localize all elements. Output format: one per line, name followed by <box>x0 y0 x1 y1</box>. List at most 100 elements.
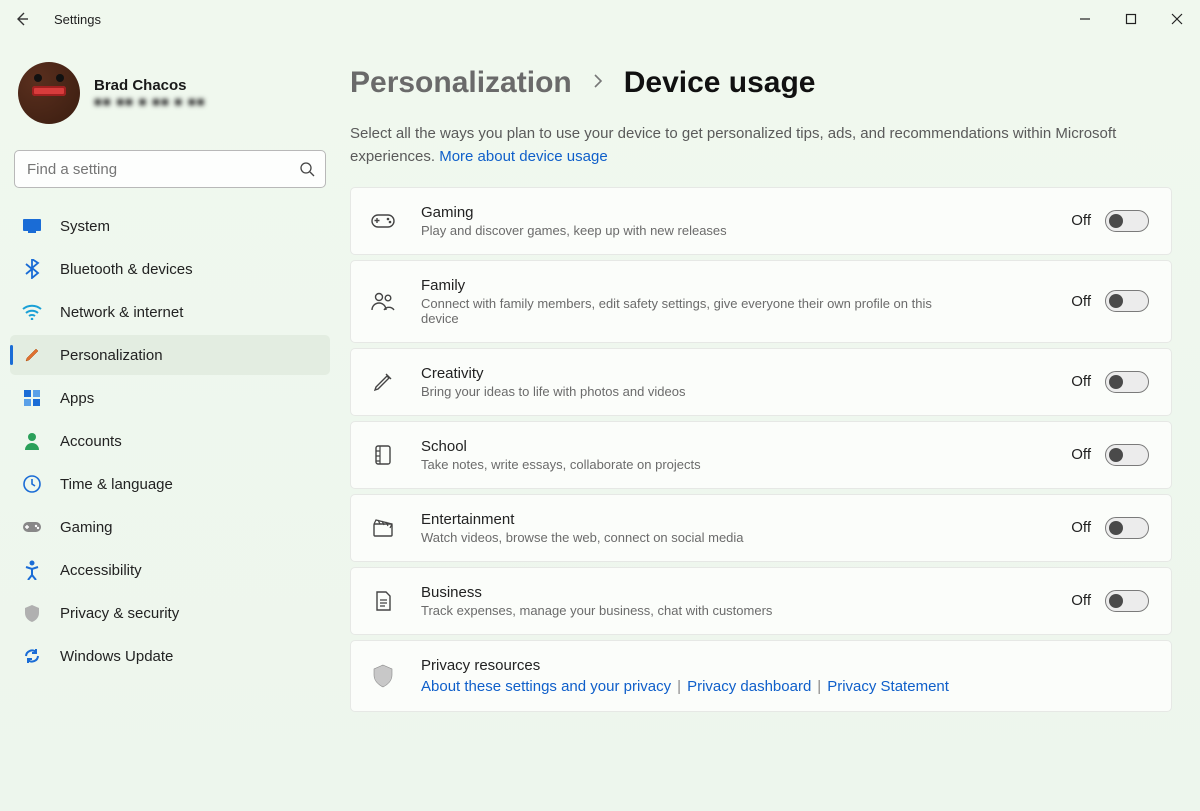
search-icon <box>299 161 315 177</box>
clapperboard-icon <box>371 516 395 540</box>
titlebar: Settings <box>0 0 1200 38</box>
nav-item-system[interactable]: System <box>10 206 330 246</box>
toggle-switch <box>1105 290 1149 312</box>
arrow-left-icon <box>14 11 30 27</box>
toggle-switch <box>1105 371 1149 393</box>
card-title: Family <box>421 277 1045 294</box>
card-desc: Watch videos, browse the web, connect on… <box>421 530 941 545</box>
window-title: Settings <box>54 12 101 27</box>
update-icon <box>22 646 42 666</box>
profile-text: Brad Chacos ■■ ■■ ■ ■■ ■ ■■ <box>94 77 206 109</box>
bluetooth-icon <box>22 259 42 279</box>
monitor-icon <box>22 216 42 236</box>
breadcrumb-current: Device usage <box>624 66 816 100</box>
gamepad-icon <box>22 517 42 537</box>
nav-label: Personalization <box>60 347 163 364</box>
paintbrush-icon <box>22 345 42 365</box>
minimize-icon <box>1079 13 1091 25</box>
search-container <box>10 138 330 206</box>
card-desc: Bring your ideas to life with photos and… <box>421 384 941 399</box>
toggle-school[interactable]: Off <box>1071 444 1149 466</box>
card-title: Business <box>421 584 1045 601</box>
people-icon <box>371 289 395 313</box>
user-name: Brad Chacos <box>94 77 206 94</box>
page-description: Select all the ways you plan to use your… <box>350 122 1140 169</box>
nav-item-bluetooth[interactable]: Bluetooth & devices <box>10 249 330 289</box>
separator: | <box>811 678 827 695</box>
separator: | <box>671 678 687 695</box>
nav-label: System <box>60 218 110 235</box>
card-body: Business Track expenses, manage your bus… <box>421 584 1045 618</box>
toggle-switch <box>1105 444 1149 466</box>
card-title: Gaming <box>421 204 1045 221</box>
nav-label: Network & internet <box>60 304 183 321</box>
card-gaming: Gaming Play and discover games, keep up … <box>350 187 1172 255</box>
card-body: School Take notes, write essays, collabo… <box>421 438 1045 472</box>
learn-more-link[interactable]: More about device usage <box>439 148 607 165</box>
card-body: Privacy resources About these settings a… <box>421 657 1149 695</box>
back-button[interactable] <box>8 5 36 33</box>
nav-label: Accessibility <box>60 562 142 579</box>
privacy-link-statement[interactable]: Privacy Statement <box>827 678 949 695</box>
notebook-icon <box>371 443 395 467</box>
privacy-link-about[interactable]: About these settings and your privacy <box>421 678 671 695</box>
nav-item-network[interactable]: Network & internet <box>10 292 330 332</box>
shield-icon <box>22 603 42 623</box>
privacy-link-dashboard[interactable]: Privacy dashboard <box>687 678 811 695</box>
nav-label: Windows Update <box>60 648 173 665</box>
card-privacy-resources: Privacy resources About these settings a… <box>350 640 1172 712</box>
toggle-state: Off <box>1071 446 1091 463</box>
nav-item-update[interactable]: Windows Update <box>10 636 330 676</box>
shield-gradient-icon <box>371 664 395 688</box>
toggle-state: Off <box>1071 293 1091 310</box>
nav-item-accessibility[interactable]: Accessibility <box>10 550 330 590</box>
card-title: School <box>421 438 1045 455</box>
nav-item-time[interactable]: Time & language <box>10 464 330 504</box>
close-icon <box>1171 13 1183 25</box>
breadcrumb: Personalization Device usage <box>350 66 1172 100</box>
card-desc: Play and discover games, keep up with ne… <box>421 223 941 238</box>
card-title: Entertainment <box>421 511 1045 528</box>
nav-item-apps[interactable]: Apps <box>10 378 330 418</box>
toggle-switch <box>1105 517 1149 539</box>
search-input[interactable] <box>27 161 299 178</box>
globe-clock-icon <box>22 474 42 494</box>
maximize-button[interactable] <box>1108 0 1154 38</box>
nav-label: Bluetooth & devices <box>60 261 193 278</box>
card-title: Creativity <box>421 365 1045 382</box>
toggle-family[interactable]: Off <box>1071 290 1149 312</box>
toggle-gaming[interactable]: Off <box>1071 210 1149 232</box>
card-creativity: Creativity Bring your ideas to life with… <box>350 348 1172 416</box>
toggle-entertainment[interactable]: Off <box>1071 517 1149 539</box>
card-business: Business Track expenses, manage your bus… <box>350 567 1172 635</box>
toggle-switch <box>1105 590 1149 612</box>
maximize-icon <box>1125 13 1137 25</box>
toggle-business[interactable]: Off <box>1071 590 1149 612</box>
search-field[interactable] <box>14 150 326 188</box>
profile-block[interactable]: Brad Chacos ■■ ■■ ■ ■■ ■ ■■ <box>10 58 330 138</box>
main-content: Personalization Device usage Select all … <box>340 38 1200 811</box>
nav-item-privacy[interactable]: Privacy & security <box>10 593 330 633</box>
close-button[interactable] <box>1154 0 1200 38</box>
avatar <box>18 62 80 124</box>
toggle-state: Off <box>1071 373 1091 390</box>
breadcrumb-parent[interactable]: Personalization <box>350 66 572 100</box>
chevron-right-icon <box>590 73 606 94</box>
card-entertainment: Entertainment Watch videos, browse the w… <box>350 494 1172 562</box>
cards-list: Gaming Play and discover games, keep up … <box>350 187 1172 712</box>
toggle-state: Off <box>1071 592 1091 609</box>
nav-item-gaming[interactable]: Gaming <box>10 507 330 547</box>
nav-item-accounts[interactable]: Accounts <box>10 421 330 461</box>
person-icon <box>22 431 42 451</box>
window-controls <box>1062 0 1200 38</box>
card-family: Family Connect with family members, edit… <box>350 260 1172 343</box>
toggle-creativity[interactable]: Off <box>1071 371 1149 393</box>
minimize-button[interactable] <box>1062 0 1108 38</box>
nav-item-personalization[interactable]: Personalization <box>10 335 330 375</box>
gamepad-outline-icon <box>371 209 395 233</box>
card-body: Gaming Play and discover games, keep up … <box>421 204 1045 238</box>
card-desc: Track expenses, manage your business, ch… <box>421 603 941 618</box>
card-school: School Take notes, write essays, collabo… <box>350 421 1172 489</box>
card-body: Family Connect with family members, edit… <box>421 277 1045 326</box>
nav-label: Apps <box>60 390 94 407</box>
